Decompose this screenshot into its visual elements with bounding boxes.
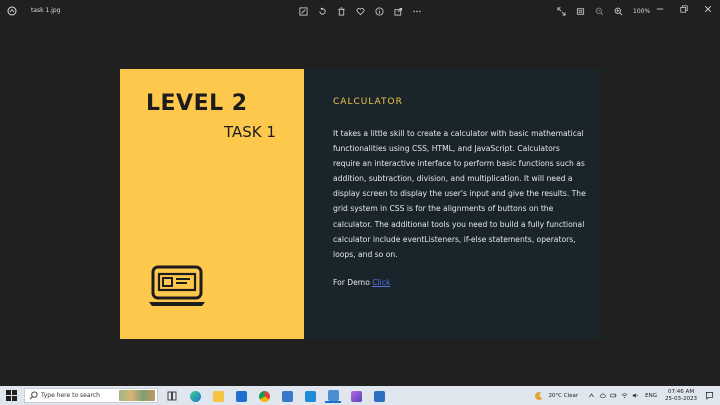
calculator-heading: CALCULATOR	[333, 97, 403, 107]
view-tools: 100%	[554, 4, 660, 18]
photo-viewer-window: task 1.jpg 100% LEVEL 2 TASK 1 CALCULATO…	[0, 0, 720, 386]
demo-line: For Demo Click	[333, 278, 390, 287]
window-controls	[654, 3, 714, 15]
taskbar: Type here to search 20°C Clear ENG 07:46…	[0, 386, 720, 405]
pinned-apps	[164, 389, 387, 403]
moon-icon	[535, 391, 543, 400]
volume-icon[interactable]	[632, 392, 639, 399]
toolbar	[296, 4, 424, 18]
notification-icon[interactable]	[705, 391, 714, 400]
wifi-icon[interactable]	[621, 392, 628, 399]
share-icon[interactable]	[391, 4, 405, 18]
weather-widget[interactable]: 20°C Clear	[534, 391, 578, 401]
yellow-panel: LEVEL 2 TASK 1	[120, 69, 304, 339]
zoom-level[interactable]: 100%	[633, 8, 650, 15]
info-icon[interactable]	[372, 4, 386, 18]
minimize-icon[interactable]	[654, 3, 666, 15]
more-options-icon[interactable]	[410, 4, 424, 18]
search-highlight-image	[119, 390, 155, 401]
file-name: task 1.jpg	[31, 7, 61, 14]
demo-link[interactable]: Click	[372, 278, 390, 287]
system-tray: 20°C Clear ENG 07:46 AM 25-03-2023	[534, 386, 720, 405]
rotate-icon[interactable]	[315, 4, 329, 18]
edge-browser-icon[interactable]	[187, 389, 203, 403]
crop-icon[interactable]	[573, 4, 587, 18]
search-placeholder: Type here to search	[41, 392, 100, 399]
mail-icon[interactable]	[233, 389, 249, 403]
search-icon	[29, 391, 38, 400]
vscode-icon[interactable]	[302, 389, 318, 403]
restore-icon[interactable]	[678, 3, 690, 15]
photos-taskbar-icon[interactable]	[325, 389, 341, 403]
windows-start-icon[interactable]	[6, 390, 17, 401]
battery-icon[interactable]	[610, 392, 617, 399]
photos-app-icon	[6, 5, 18, 17]
chrome-icon[interactable]	[256, 389, 272, 403]
fullscreen-icon[interactable]	[554, 4, 568, 18]
weather-text: 20°C Clear	[548, 392, 579, 399]
title-bar: task 1.jpg 100%	[0, 0, 720, 22]
level-title: LEVEL 2	[146, 91, 248, 116]
store-icon[interactable]	[279, 389, 295, 403]
image-canvas[interactable]: LEVEL 2 TASK 1 CALCULATOR It takes a lit…	[120, 69, 600, 339]
task-title: TASK 1	[224, 123, 276, 141]
app-icon-purple[interactable]	[348, 389, 364, 403]
demo-prefix: For Demo	[333, 278, 373, 287]
zoom-out-icon[interactable]	[592, 4, 606, 18]
clock-date: 25-03-2023	[665, 395, 697, 402]
close-icon[interactable]	[702, 3, 714, 15]
favorite-heart-icon[interactable]	[353, 4, 367, 18]
tray-icons	[588, 392, 639, 399]
delete-icon[interactable]	[334, 4, 348, 18]
language-indicator[interactable]: ENG	[645, 393, 657, 399]
app-icon-blue[interactable]	[371, 389, 387, 403]
task-view-icon[interactable]	[164, 389, 180, 403]
cloud-icon[interactable]	[599, 392, 606, 399]
dark-panel: CALCULATOR It takes a little skill to cr…	[304, 69, 600, 339]
edit-image-icon[interactable]	[296, 4, 310, 18]
taskbar-search-box[interactable]: Type here to search	[24, 388, 158, 403]
description-text: It takes a little skill to create a calc…	[333, 129, 586, 259]
zoom-in-icon[interactable]	[611, 4, 625, 18]
file-explorer-icon[interactable]	[210, 389, 226, 403]
clock[interactable]: 07:46 AM 25-03-2023	[665, 389, 697, 402]
laptop-icon	[149, 265, 205, 306]
chevron-up-icon[interactable]	[588, 392, 595, 399]
